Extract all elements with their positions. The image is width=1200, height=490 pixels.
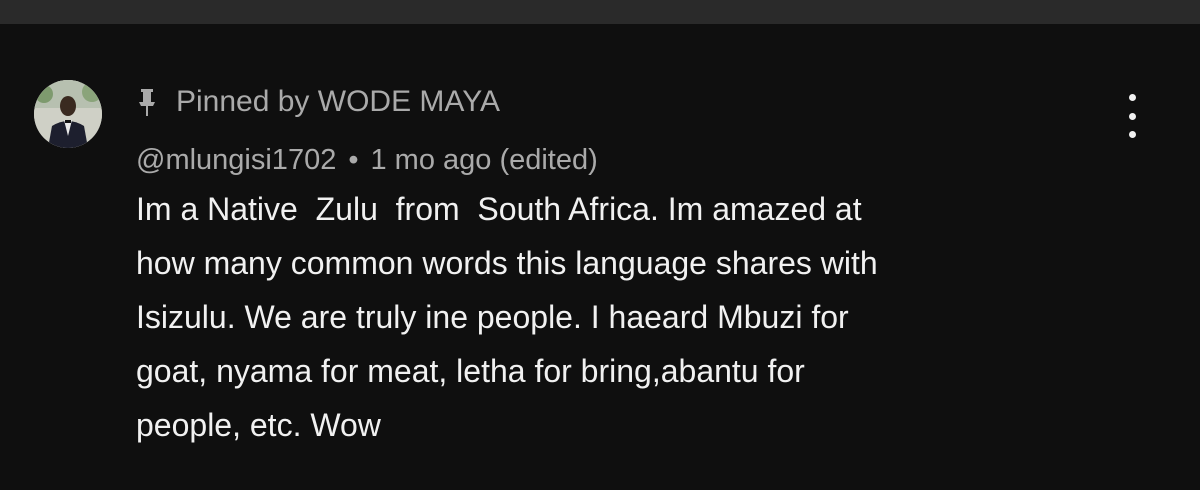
more-vertical-icon[interactable] — [1118, 94, 1146, 138]
avatar-image — [34, 80, 102, 148]
comment-screen: Pinned by WODE MAYA @mlungisi1702 • 1 mo… — [0, 0, 1200, 490]
meta-separator: • — [348, 143, 359, 176]
comment-text: Im a Native Zulu from South Africa. Im a… — [136, 191, 878, 443]
comment-timestamp[interactable]: 1 mo ago (edited) — [370, 144, 597, 177]
pinned-label: Pinned by WODE MAYA — [176, 85, 500, 118]
kebab-dot — [1128, 112, 1136, 120]
avatar[interactable] — [34, 80, 102, 148]
kebab-dot — [1128, 131, 1136, 138]
author-handle[interactable]: @mlungisi1702 — [136, 144, 336, 177]
comment-content: Pinned by WODE MAYA @mlungisi1702 • 1 mo… — [136, 80, 1096, 452]
pin-icon — [136, 87, 158, 117]
top-bar — [0, 0, 1200, 24]
pinned-banner: Pinned by WODE MAYA — [136, 80, 1096, 124]
comment-meta: @mlungisi1702 • 1 mo ago (edited) — [136, 140, 1096, 180]
kebab-dot — [1128, 94, 1136, 101]
pinned-comment: Pinned by WODE MAYA @mlungisi1702 • 1 mo… — [34, 80, 1174, 460]
